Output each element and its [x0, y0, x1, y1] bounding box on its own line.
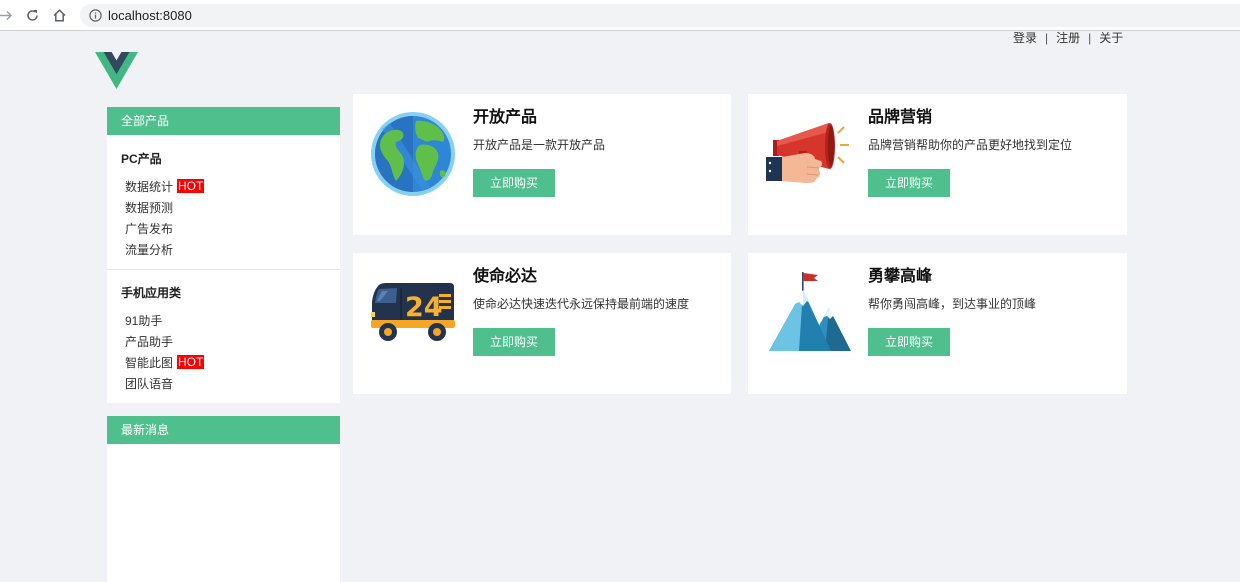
- product-card-climb-peak: 勇攀高峰 帮你勇闯高峰，到达事业的顶峰 立即购买: [748, 253, 1127, 394]
- login-link[interactable]: 登录: [1013, 31, 1037, 45]
- truck-number-label: 24: [405, 292, 443, 323]
- sidebar-item-label[interactable]: 数据预测: [125, 201, 173, 215]
- group-item-list: 91助手 产品助手 智能此图 HOT 团队语音: [121, 311, 340, 395]
- buy-now-button[interactable]: 立即购买: [868, 328, 950, 356]
- product-group-pc: PC产品 数据统计 HOT 数据预测 广告发布 流量分析: [107, 135, 340, 269]
- buy-now-button[interactable]: 立即购买: [868, 169, 950, 197]
- product-title: 使命必达: [473, 268, 538, 285]
- sidebar-item-traffic-analysis[interactable]: 流量分析: [125, 240, 340, 261]
- product-description: 帮你勇闯高峰，到达事业的顶峰: [868, 297, 1037, 311]
- globe-icon: [371, 112, 455, 196]
- link-separator: |: [1088, 31, 1092, 45]
- sidebar-item-data-statistics[interactable]: 数据统计 HOT: [125, 177, 340, 198]
- sidebar-item-label[interactable]: 流量分析: [125, 243, 173, 257]
- browser-toolbar: localhost:8080: [0, 0, 1240, 31]
- all-products-panel: 全部产品 PC产品 数据统计 HOT 数据预测 广告发布 流量分析 手机应用类 9…: [107, 107, 340, 403]
- sidebar-item-label[interactable]: 91助手: [125, 314, 162, 328]
- product-title: 品牌营销: [868, 109, 933, 126]
- news-panel: 最新消息: [107, 416, 340, 582]
- buy-now-button[interactable]: 立即购买: [473, 169, 555, 197]
- all-products-header: 全部产品: [107, 107, 340, 135]
- product-description: 使命必达快速迭代永远保持最前端的速度: [473, 297, 690, 311]
- group-title: PC产品: [121, 152, 162, 166]
- forward-arrow-icon[interactable]: [0, 9, 13, 22]
- sidebar-item-label[interactable]: 团队语音: [125, 377, 173, 391]
- news-header: 最新消息: [107, 416, 340, 444]
- megaphone-icon: [766, 123, 849, 183]
- sidebar-item-data-forecast[interactable]: 数据预测: [125, 198, 340, 219]
- hot-badge: HOT: [177, 355, 205, 369]
- info-icon[interactable]: [89, 9, 102, 22]
- address-bar[interactable]: localhost:8080: [80, 4, 1240, 27]
- sidebar-item-91-assistant[interactable]: 91助手: [125, 311, 340, 332]
- delivery-truck-icon: 24: [371, 283, 455, 341]
- sidebar-item-smart-map[interactable]: 智能此图 HOT: [125, 353, 340, 374]
- product-title: 开放产品: [473, 109, 538, 126]
- product-description: 开放产品是一款开放产品: [473, 138, 606, 152]
- sidebar-item-label[interactable]: 产品助手: [125, 335, 173, 349]
- product-card-open-product: 开放产品 开放产品是一款开放产品 立即购买: [353, 94, 731, 235]
- reload-icon[interactable]: [26, 9, 39, 22]
- product-group-mobile: 手机应用类 91助手 产品助手 智能此图 HOT 团队语音: [107, 269, 340, 403]
- sidebar-item-label[interactable]: 数据统计: [125, 180, 173, 194]
- product-description: 品牌营销帮助你的产品更好地找到定位: [868, 138, 1073, 152]
- mountain-flag-icon: [769, 272, 851, 351]
- link-separator: |: [1045, 31, 1049, 45]
- header-links: 登录 | 注册 | 关于: [1013, 31, 1123, 46]
- news-list: [107, 444, 340, 582]
- about-link[interactable]: 关于: [1099, 31, 1123, 45]
- product-card-brand-marketing: 品牌营销 品牌营销帮助你的产品更好地找到定位 立即购买: [748, 94, 1127, 235]
- product-title: 勇攀高峰: [868, 268, 933, 285]
- group-title: 手机应用类: [121, 286, 182, 300]
- sidebar-item-product-assistant[interactable]: 产品助手: [125, 332, 340, 353]
- address-url-text[interactable]: localhost:8080: [108, 4, 192, 27]
- sidebar-item-label[interactable]: 广告发布: [125, 222, 173, 236]
- buy-now-button[interactable]: 立即购买: [473, 328, 555, 356]
- group-item-list: 数据统计 HOT 数据预测 广告发布 流量分析: [121, 177, 340, 261]
- register-link[interactable]: 注册: [1056, 31, 1080, 45]
- sidebar-item-ad-publishing[interactable]: 广告发布: [125, 219, 340, 240]
- sidebar-item-label[interactable]: 智能此图: [125, 356, 173, 370]
- product-card-mission-delivery: 24 使命必达 使命必达快速迭代永远保持最前端的速度 立即购买: [353, 253, 731, 394]
- sidebar-item-team-voice[interactable]: 团队语音: [125, 374, 340, 395]
- home-icon[interactable]: [53, 9, 66, 22]
- hot-badge: HOT: [177, 179, 205, 193]
- vue-logo-icon[interactable]: [95, 52, 138, 89]
